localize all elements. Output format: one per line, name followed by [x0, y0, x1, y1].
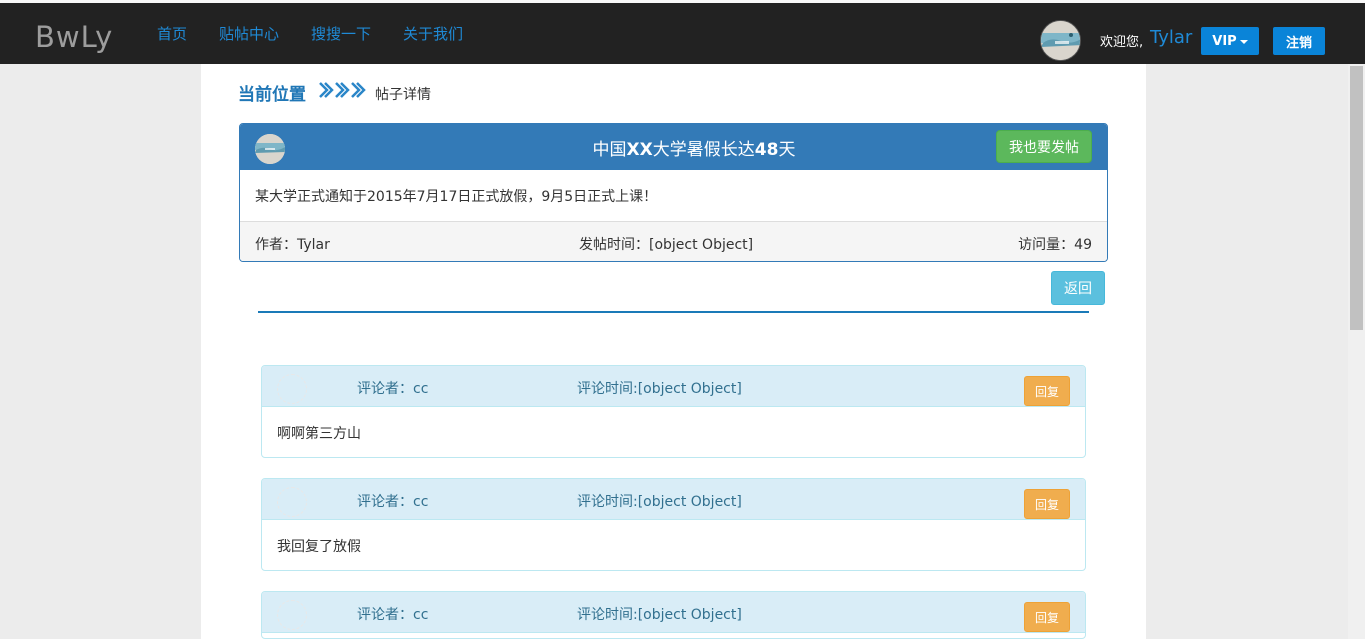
post-time: 发帖时间：[object Object]: [579, 237, 754, 253]
commenter-avatar: [277, 600, 307, 630]
post-header: 中国XX大学暑假长达48天 我也要发帖: [240, 124, 1107, 170]
welcome-text: 欢迎您,: [1100, 35, 1144, 50]
reply-button[interactable]: 回复: [1024, 602, 1070, 632]
comment-panel: 评论者：cc 评论时间:[object Object] 回复: [261, 591, 1086, 639]
comment-author: 评论者：cc: [357, 607, 429, 623]
vip-dropdown-button[interactable]: VIP: [1201, 27, 1259, 55]
section-divider: [258, 311, 1089, 313]
comment-time: 评论时间:[object Object]: [577, 607, 742, 623]
comment-time: 评论时间:[object Object]: [577, 381, 742, 397]
post-body: 某大学正式通知于2015年7月17日正式放假，9月5日正式上课！: [255, 189, 658, 205]
comment-time: 评论时间:[object Object]: [577, 494, 742, 510]
reply-button[interactable]: 回复: [1024, 489, 1070, 519]
navbar: BwLy 首页 贴帖中心 搜搜一下 关于我们 欢迎您, Tylar VIP 注销: [0, 3, 1365, 64]
post-footer: 作者：Tylar 发帖时间：[object Object] 访问量：49: [240, 221, 1107, 261]
caret-down-icon: [1239, 40, 1248, 44]
breadcrumb-arrows-icon: [318, 79, 366, 101]
comment-panel: 评论者：cc 评论时间:[object Object] 回复 我回复了放假: [261, 478, 1086, 571]
logout-button[interactable]: 注销: [1273, 27, 1325, 55]
vip-label: VIP: [1212, 33, 1237, 49]
scrollbar-thumb[interactable]: [1350, 66, 1363, 330]
breadcrumb-current: 帖子详情: [375, 87, 431, 103]
username-link[interactable]: Tylar: [1150, 27, 1192, 48]
vertical-scrollbar[interactable]: [1348, 64, 1365, 639]
back-button[interactable]: 返回: [1051, 271, 1105, 305]
commenter-avatar: [277, 487, 307, 517]
nav-link-search[interactable]: 搜搜一下: [311, 23, 371, 44]
comment-header: 评论者：cc 评论时间:[object Object] 回复: [262, 366, 1085, 407]
nav-link-about[interactable]: 关于我们: [403, 23, 463, 44]
comment-header: 评论者：cc 评论时间:[object Object] 回复: [262, 479, 1085, 520]
comment-author: 评论者：cc: [357, 494, 429, 510]
new-post-button[interactable]: 我也要发帖: [996, 130, 1092, 163]
nav-link-posts-center[interactable]: 贴帖中心: [219, 23, 279, 44]
avatar-image-icon: [1041, 21, 1080, 60]
breadcrumb-title: 当前位置: [238, 85, 306, 105]
comment-author: 评论者：cc: [357, 381, 429, 397]
post-panel: 中国XX大学暑假长达48天 我也要发帖 某大学正式通知于2015年7月17日正式…: [239, 123, 1108, 262]
commenter-avatar: [277, 374, 307, 404]
post-title: 中国XX大学暑假长达48天: [592, 140, 796, 160]
comment-panel: 评论者：cc 评论时间:[object Object] 回复 啊啊第三方山: [261, 365, 1086, 458]
user-avatar[interactable]: [1040, 20, 1081, 61]
comment-body: 啊啊第三方山: [277, 426, 361, 442]
comment-header: 评论者：cc 评论时间:[object Object] 回复: [262, 592, 1085, 633]
nav-link-home[interactable]: 首页: [157, 23, 187, 44]
brand-logo[interactable]: BwLy: [35, 20, 113, 54]
post-views: 访问量：49: [1018, 237, 1092, 253]
reply-button[interactable]: 回复: [1024, 376, 1070, 406]
comment-body: 我回复了放假: [277, 539, 361, 555]
post-author: 作者：Tylar: [255, 237, 330, 253]
